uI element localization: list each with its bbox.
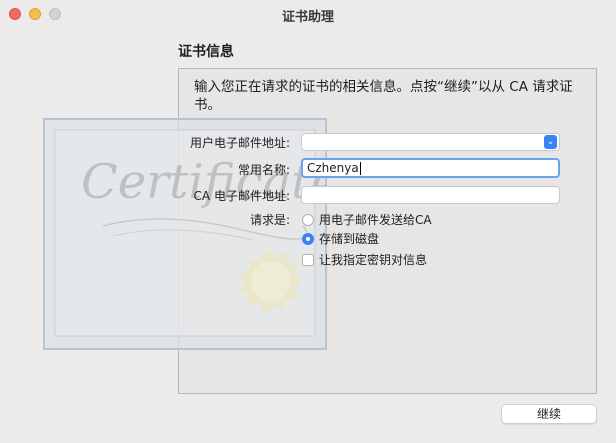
- chevron-down-icon[interactable]: ⌄: [544, 135, 557, 149]
- window-title: 证书助理: [281, 10, 334, 25]
- user-email-field[interactable]: ⌄: [301, 133, 560, 151]
- request-type-label: 请求是:: [249, 213, 290, 227]
- intro-text: 输入您正在请求的证书的相关信息。点按“继续”以从 CA 请求证书。: [194, 79, 573, 113]
- key-pair-checkbox-label: 让我指定密钥对信息: [319, 253, 428, 267]
- common-name-value: Czhenya: [307, 161, 359, 175]
- radio-save-to-disk[interactable]: 存储到磁盘: [302, 230, 379, 247]
- key-pair-checkbox[interactable]: 让我指定密钥对信息: [302, 251, 427, 268]
- checkbox-icon[interactable]: [302, 253, 314, 266]
- radio-save-to-disk-label: 存储到磁盘: [319, 232, 380, 246]
- radio-button-icon[interactable]: [302, 213, 314, 226]
- ca-email-input[interactable]: [301, 186, 560, 204]
- title-bar: 证书助理: [0, 0, 616, 28]
- section-title: 证书信息: [178, 44, 234, 60]
- certificate-icon: Certificate: [43, 118, 327, 350]
- common-name-label: 常用名称:: [237, 163, 290, 177]
- user-email-label: 用户电子邮件地址:: [189, 136, 290, 150]
- radio-email-to-ca-label: 用电子邮件发送给CA: [319, 213, 432, 227]
- ca-email-label: CA 电子邮件地址:: [193, 189, 290, 203]
- common-name-input[interactable]: Czhenya: [301, 158, 560, 178]
- continue-button[interactable]: 继续: [501, 404, 597, 424]
- radio-email-to-ca[interactable]: 用电子邮件发送给CA: [302, 211, 432, 228]
- radio-button-selected-icon[interactable]: [302, 232, 314, 245]
- text-cursor: [359, 162, 361, 175]
